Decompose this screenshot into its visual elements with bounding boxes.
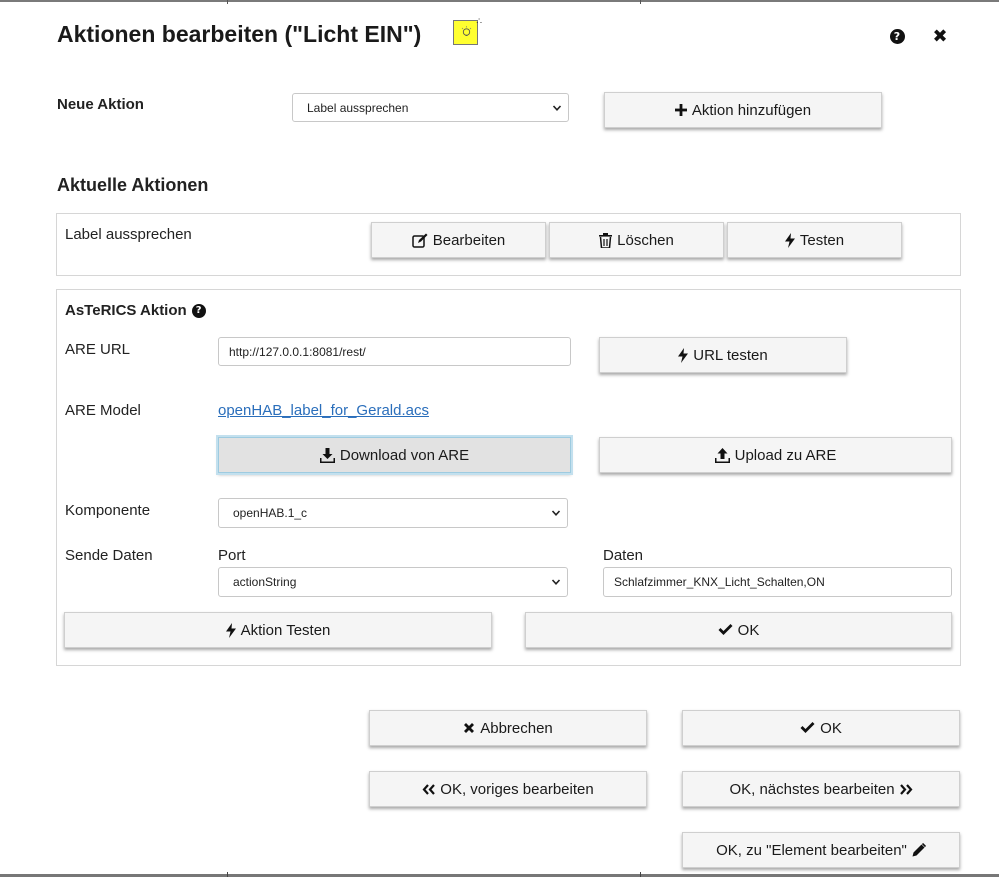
- new-action-select[interactable]: Label aussprechen: [292, 93, 569, 122]
- ok-button-label: OK: [820, 719, 842, 737]
- close-icon: [463, 722, 475, 734]
- lightbulb-image: ∴: [453, 17, 482, 45]
- asterics-ok-label: OK: [737, 621, 760, 639]
- edit-action-button[interactable]: Bearbeiten: [371, 222, 546, 258]
- dialog-title: Aktionen bearbeiten ("Licht EIN"): [57, 21, 422, 47]
- upload-to-are-label: Upload zu ARE: [734, 446, 837, 464]
- edit-action-button-label: Bearbeiten: [432, 231, 506, 249]
- chevron-down-icon: [551, 579, 561, 585]
- component-select[interactable]: openHAB.1_c: [218, 498, 568, 528]
- cancel-button-label: Abbrechen: [480, 719, 553, 737]
- port-select-value: actionString: [233, 575, 297, 589]
- bolt-icon: [225, 622, 236, 638]
- bolt-icon: [678, 347, 689, 363]
- help-button[interactable]: ?: [887, 26, 907, 46]
- chevron-down-icon: [551, 510, 561, 516]
- url-test-button[interactable]: URL testen: [599, 337, 847, 373]
- test-asterics-action-button[interactable]: Aktion Testen: [64, 612, 492, 648]
- bolt-icon: [784, 232, 795, 248]
- cancel-button[interactable]: Abbrechen: [369, 710, 647, 746]
- current-action-label: Label aussprechen: [65, 226, 192, 243]
- url-test-button-label: URL testen: [693, 346, 768, 364]
- download-from-are-button[interactable]: Download von ARE: [218, 437, 571, 473]
- send-data-label: Sende Daten: [65, 547, 153, 564]
- component-label: Komponente: [65, 502, 151, 519]
- data-input-value: Schlafzimmer_KNX_Licht_Schalten,ON: [614, 575, 825, 589]
- ok-button[interactable]: OK: [682, 710, 960, 746]
- delete-action-button[interactable]: Löschen: [549, 222, 724, 258]
- ok-previous-button[interactable]: OK, voriges bearbeiten: [369, 771, 647, 807]
- port-label: Port: [218, 547, 246, 564]
- ok-edit-element-button[interactable]: OK, zu "Element bearbeiten": [682, 832, 960, 868]
- are-model-link[interactable]: openHAB_label_for_Gerald.acs: [218, 402, 429, 419]
- window-top-edge: [0, 0, 999, 4]
- ok-edit-element-label: OK, zu "Element bearbeiten": [716, 841, 907, 859]
- are-url-input[interactable]: http://127.0.0.1:8081/rest/: [218, 337, 571, 366]
- close-icon: ✖: [932, 25, 948, 47]
- upload-icon: [714, 447, 730, 463]
- ok-next-label: OK, nächstes bearbeiten: [729, 780, 895, 798]
- are-model-label: ARE Model: [65, 402, 141, 419]
- download-icon: [319, 447, 335, 463]
- current-actions-heading: Aktuelle Aktionen: [57, 175, 209, 195]
- asterics-heading: AsTeRICS Aktion ?: [65, 302, 206, 319]
- are-url-value: http://127.0.0.1:8081/rest/: [229, 344, 366, 359]
- asterics-heading-text: AsTeRICS Aktion: [65, 302, 187, 319]
- download-from-are-label: Download von ARE: [339, 446, 470, 464]
- edit-icon: [411, 233, 428, 248]
- component-select-value: openHAB.1_c: [233, 506, 308, 520]
- new-action-select-value: Label aussprechen: [307, 100, 409, 115]
- new-action-label: Neue Aktion: [57, 96, 144, 113]
- upload-to-are-button[interactable]: Upload zu ARE: [599, 437, 952, 473]
- are-url-label: ARE URL: [65, 341, 131, 358]
- check-icon: [718, 624, 733, 636]
- delete-action-button-label: Löschen: [617, 231, 674, 249]
- lightbulb-icon: [461, 26, 472, 36]
- double-chevron-right-icon: [899, 783, 913, 795]
- test-action-button[interactable]: Testen: [727, 222, 902, 258]
- question-circle-icon: ?: [889, 28, 905, 44]
- data-label: Daten: [603, 547, 644, 564]
- data-input[interactable]: Schlafzimmer_KNX_Licht_Schalten,ON: [603, 567, 952, 597]
- test-asterics-action-label: Aktion Testen: [240, 621, 331, 639]
- test-action-button-label: Testen: [799, 231, 845, 249]
- port-select[interactable]: actionString: [218, 567, 568, 597]
- asterics-ok-button[interactable]: OK: [525, 612, 952, 648]
- pencil-icon: [912, 843, 926, 857]
- ok-previous-label: OK, voriges bearbeiten: [440, 780, 594, 798]
- close-button[interactable]: ✖: [930, 25, 950, 47]
- trash-icon: [599, 232, 613, 248]
- question-circle-icon[interactable]: ?: [191, 303, 206, 318]
- double-chevron-left-icon: [422, 783, 436, 795]
- check-icon: [800, 722, 815, 734]
- ok-next-button[interactable]: OK, nächstes bearbeiten: [682, 771, 960, 807]
- add-action-button-label: Aktion hinzufügen: [691, 101, 812, 119]
- plus-icon: [674, 104, 687, 116]
- add-action-button[interactable]: Aktion hinzufügen: [604, 92, 882, 128]
- chevron-down-icon: [552, 104, 562, 111]
